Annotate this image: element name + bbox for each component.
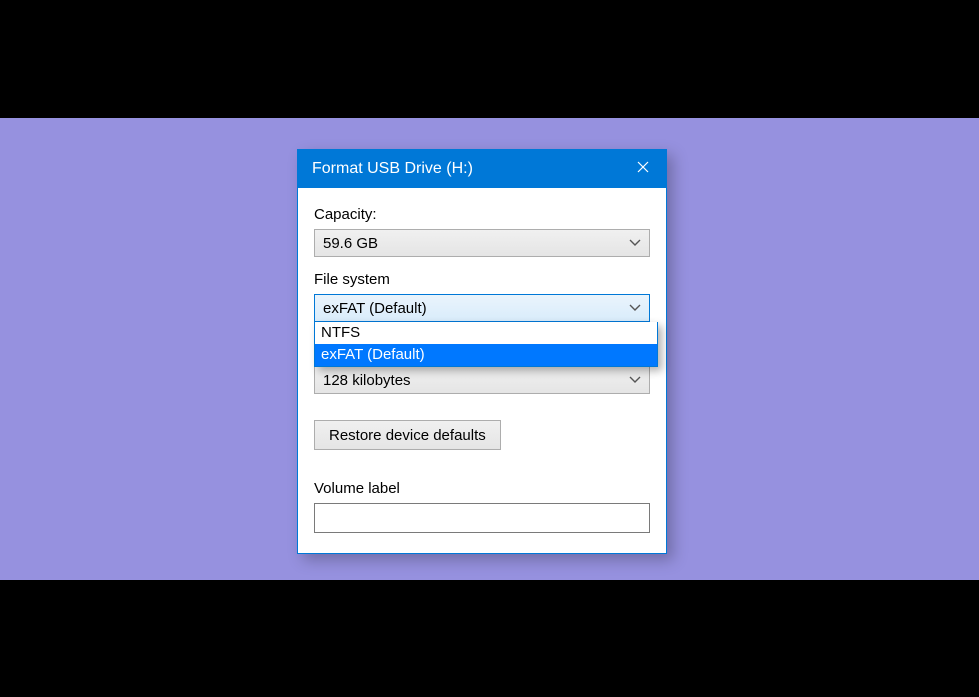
chevron-down-icon	[629, 304, 641, 312]
allocation-combobox[interactable]: 128 kilobytes	[314, 366, 650, 394]
filesystem-combobox[interactable]: exFAT (Default)	[314, 294, 650, 322]
close-icon	[637, 160, 649, 178]
chevron-down-icon	[629, 239, 641, 247]
chevron-down-icon	[629, 376, 641, 384]
capacity-combobox[interactable]: 59.6 GB	[314, 229, 650, 257]
filesystem-option-exfat[interactable]: exFAT (Default)	[315, 344, 657, 366]
capacity-value: 59.6 GB	[323, 235, 378, 252]
filesystem-label: File system	[314, 271, 650, 288]
window-title: Format USB Drive (H:)	[312, 160, 473, 178]
filesystem-dropdown: NTFS exFAT (Default)	[314, 322, 658, 367]
restore-defaults-label: Restore device defaults	[329, 427, 486, 444]
restore-defaults-button[interactable]: Restore device defaults	[314, 420, 501, 450]
titlebar: Format USB Drive (H:)	[298, 150, 666, 188]
filesystem-option-ntfs[interactable]: NTFS	[315, 322, 657, 344]
volume-label: Volume label	[314, 480, 650, 497]
capacity-label: Capacity:	[314, 206, 650, 223]
volume-input[interactable]	[314, 503, 650, 533]
close-button[interactable]	[620, 150, 666, 188]
allocation-value: 128 kilobytes	[323, 372, 411, 389]
dialog-body: Capacity: 59.6 GB File system exFAT (Def…	[298, 188, 666, 553]
filesystem-value: exFAT (Default)	[323, 300, 427, 317]
format-dialog: Format USB Drive (H:) Capacity: 59.6 GB …	[297, 149, 667, 554]
